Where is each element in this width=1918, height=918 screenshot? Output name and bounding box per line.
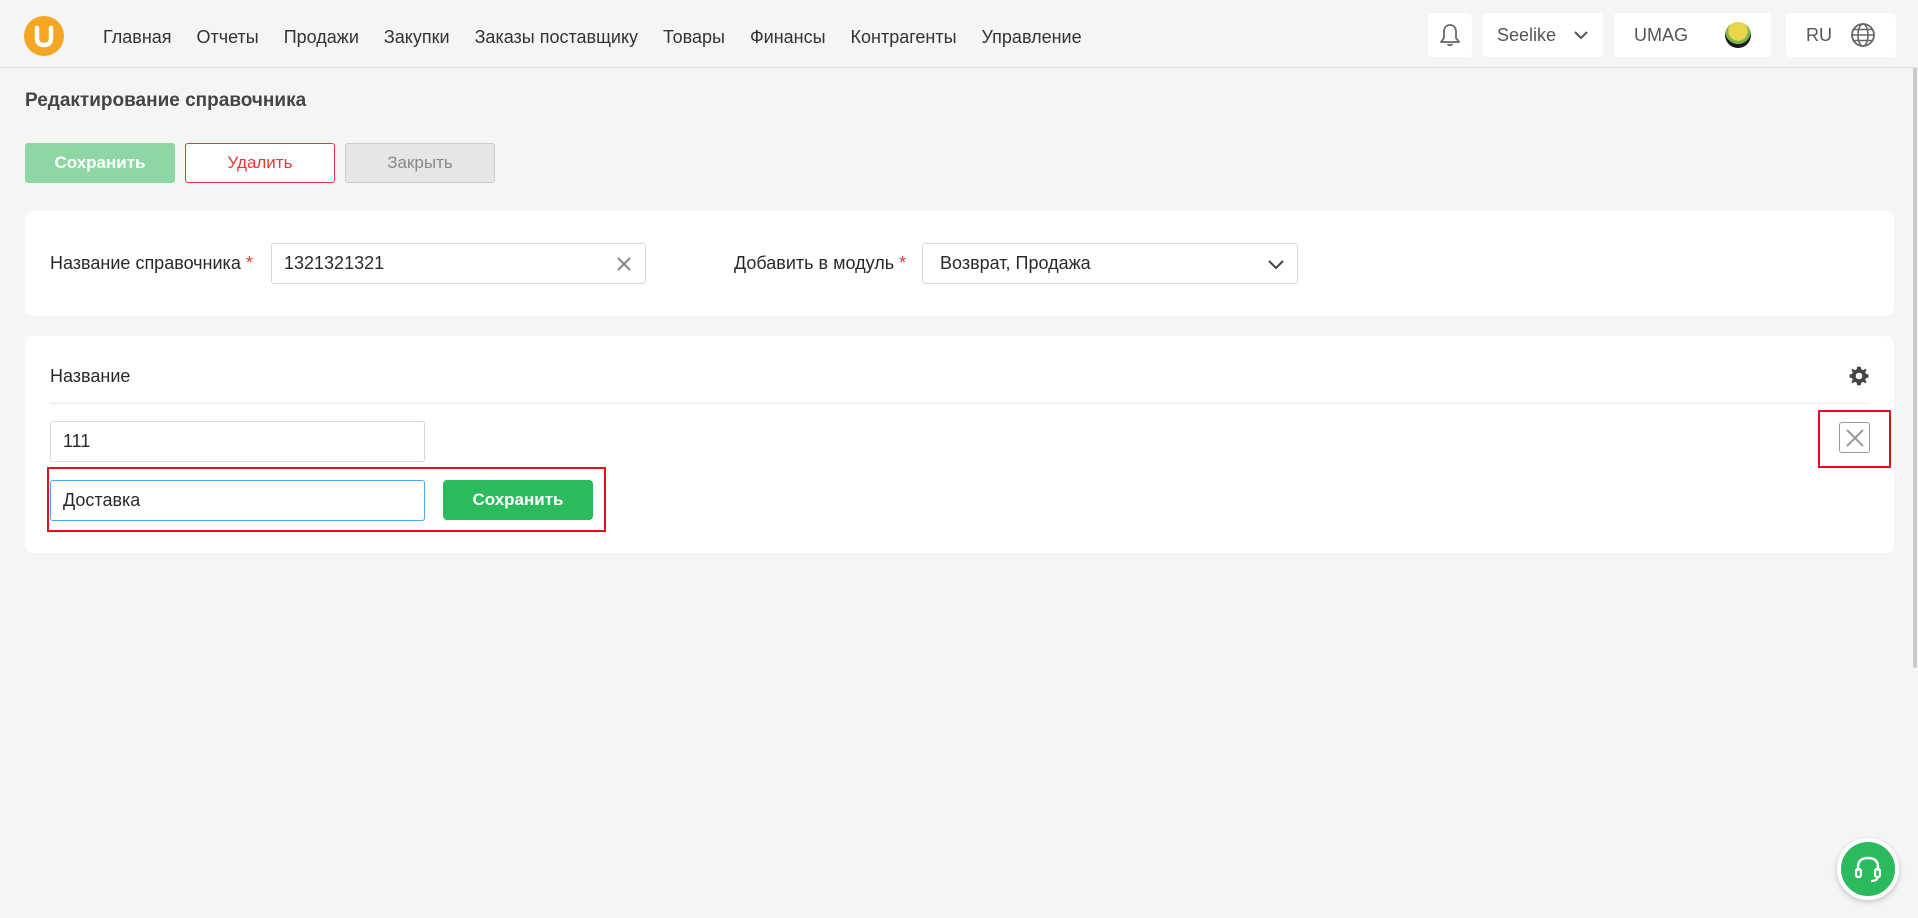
organization-select[interactable]: Seelike — [1483, 13, 1603, 57]
gear-icon[interactable] — [1849, 366, 1869, 386]
account-menu[interactable]: UMAG — [1614, 13, 1771, 57]
bell-icon — [1440, 24, 1460, 47]
language-code: RU — [1806, 24, 1832, 45]
brand-name: UMAG — [1634, 24, 1688, 45]
nav-item-sales[interactable]: Продажи — [284, 24, 359, 50]
entry-value: 111 — [63, 431, 91, 451]
top-navbar: Главная Отчеты Продажи Закупки Заказы по… — [0, 0, 1918, 68]
headset-icon — [1854, 856, 1882, 883]
nav-item-management[interactable]: Управление — [982, 24, 1082, 50]
support-chat-button[interactable] — [1837, 838, 1899, 900]
delete-button[interactable]: Удалить — [185, 143, 335, 183]
delete-row-button[interactable] — [1839, 422, 1870, 453]
nav-item-purchases[interactable]: Закупки — [384, 24, 450, 50]
nav-item-reports[interactable]: Отчеты — [197, 24, 259, 50]
column-header-name: Название — [50, 366, 131, 386]
language-select[interactable]: RU — [1786, 13, 1896, 57]
save-button[interactable]: Сохранить — [25, 143, 175, 183]
avatar — [1725, 22, 1751, 48]
close-button[interactable]: Закрыть — [345, 143, 495, 183]
header-divider — [50, 403, 1869, 404]
directory-name-value: 1321321321 — [284, 253, 385, 273]
notifications-button[interactable] — [1428, 13, 1472, 57]
clear-icon[interactable] — [615, 255, 633, 273]
directory-name-label: Название справочника * — [50, 253, 253, 273]
nav-item-supplier-orders[interactable]: Заказы поставщику — [475, 24, 638, 50]
directory-name-input[interactable]: 1321321321 — [271, 243, 646, 284]
chevron-down-icon — [1268, 260, 1284, 270]
module-select[interactable]: Возврат, Продажа — [922, 243, 1298, 284]
chevron-down-icon — [1574, 31, 1588, 40]
nav-item-home[interactable]: Главная — [103, 24, 172, 50]
close-icon — [1845, 428, 1864, 447]
logo-icon[interactable] — [24, 16, 64, 56]
globe-icon — [1851, 23, 1875, 47]
nav-item-finance[interactable]: Финансы — [750, 24, 826, 50]
directory-settings-card: Название справочника * 1321321321 Добави… — [25, 211, 1894, 316]
new-entry-value: Доставка — [63, 490, 141, 510]
nav-item-goods[interactable]: Товары — [663, 24, 725, 50]
entry-input[interactable]: 111 — [50, 421, 425, 462]
main-nav: Главная Отчеты Продажи Закупки Заказы по… — [103, 24, 1107, 50]
page-title: Редактирование справочника — [25, 90, 307, 111]
module-value: Возврат, Продажа — [940, 253, 1091, 273]
entries-card: Название 111 Доставка Сохранить — [25, 336, 1894, 553]
new-entry-save-button[interactable]: Сохранить — [443, 480, 593, 520]
new-entry-input[interactable]: Доставка — [50, 480, 425, 521]
organization-name: Seelike — [1497, 24, 1557, 45]
module-label: Добавить в модуль * — [734, 253, 907, 273]
nav-item-contractors[interactable]: Контрагенты — [851, 24, 957, 50]
scrollbar[interactable] — [1913, 68, 1917, 668]
